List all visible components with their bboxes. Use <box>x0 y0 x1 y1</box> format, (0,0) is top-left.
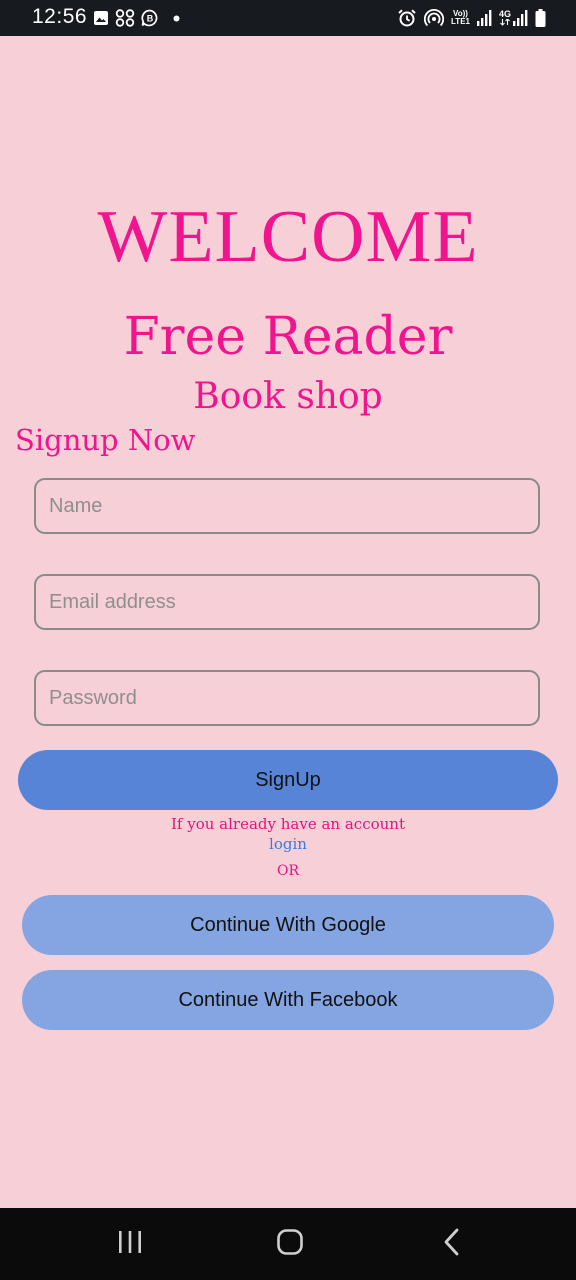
continue-with-facebook-button[interactable]: Continue With Facebook <box>22 970 554 1030</box>
login-prompt-text: If you already have an account <box>171 815 405 833</box>
home-button[interactable] <box>250 1208 330 1280</box>
back-icon <box>443 1228 461 1261</box>
email-field[interactable] <box>34 574 540 630</box>
image-icon <box>93 10 109 26</box>
status-time: 12:56 <box>32 5 88 28</box>
home-icon <box>276 1228 304 1261</box>
apps-grid-icon <box>115 9 135 27</box>
b-chat-icon: B <box>141 9 159 27</box>
app-name: Free Reader <box>123 307 453 367</box>
network-type-label: 4G <box>498 9 511 19</box>
status-bar: 12:56 B Vo)) LTE1 4G <box>0 0 576 36</box>
welcome-title: WELCOME <box>97 196 479 278</box>
login-link-row: login <box>0 835 576 853</box>
recent-apps-icon <box>117 1230 143 1259</box>
login-link[interactable]: login <box>269 835 307 853</box>
back-button[interactable] <box>412 1208 492 1280</box>
signal-icon <box>476 10 492 26</box>
hotspot-icon <box>424 8 445 28</box>
continue-with-google-button[interactable]: Continue With Google <box>22 895 554 955</box>
status-right-icons: Vo)) LTE1 4G <box>397 7 546 29</box>
svg-text:B: B <box>147 14 154 24</box>
alarm-icon <box>397 8 417 28</box>
dot-icon <box>173 15 180 22</box>
signup-button[interactable]: SignUp <box>18 750 558 810</box>
app-subtitle: Book shop <box>193 376 383 417</box>
navigation-bar <box>0 1208 576 1280</box>
password-field[interactable] <box>34 670 540 726</box>
signal-4g-icon: 4G <box>499 10 528 26</box>
status-left-icons: B <box>93 8 180 28</box>
or-divider: OR <box>276 863 300 879</box>
lte-label: LTE1 <box>451 17 470 26</box>
recent-apps-button[interactable] <box>90 1208 170 1280</box>
name-field[interactable] <box>34 478 540 534</box>
volte-lte-icon: Vo)) LTE1 <box>451 10 470 26</box>
signup-heading: Signup Now <box>15 423 196 457</box>
battery-icon <box>535 9 546 27</box>
